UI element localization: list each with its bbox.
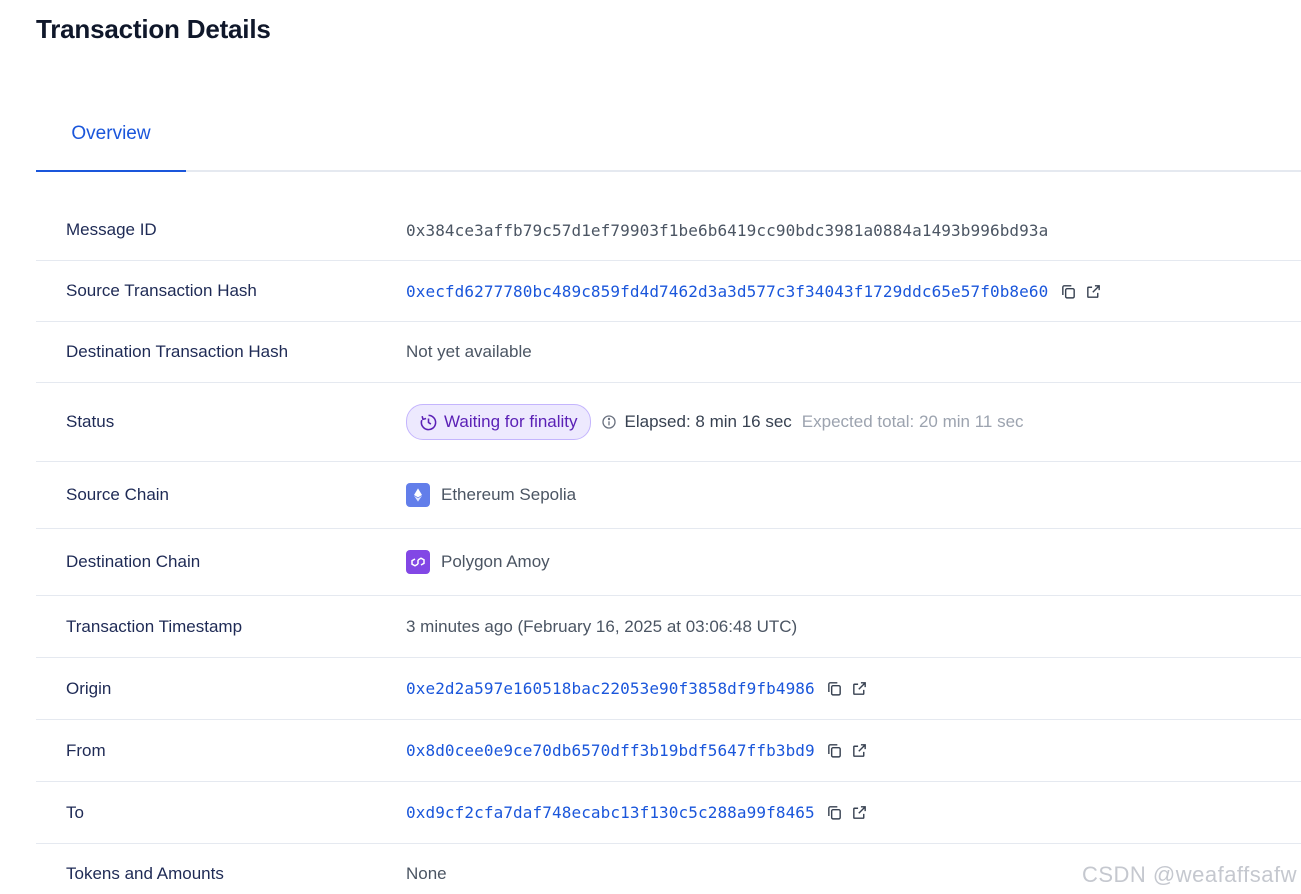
timestamp-value: 3 minutes ago (February 16, 2025 at 03:0…	[406, 616, 798, 636]
row-value: Polygon Amoy	[406, 550, 550, 574]
row-value: None	[406, 864, 447, 884]
row-status: Status Waiting for finality Elapsed: 8 m…	[36, 383, 1301, 462]
row-value: 0xecfd6277780bc489c859fd4d7462d3a3d577c3…	[406, 281, 1103, 301]
origin-address-link[interactable]: 0xe2d2a597e160518bac22053e90f3858df9fb49…	[406, 679, 815, 698]
tab-bar: Overview	[36, 100, 1301, 172]
row-value: 3 minutes ago (February 16, 2025 at 03:0…	[406, 617, 797, 637]
row-label: To	[66, 802, 84, 822]
row-value: 0xe2d2a597e160518bac22053e90f3858df9fb49…	[406, 679, 870, 699]
row-source-chain: Source Chain Ethereum Sepolia	[36, 462, 1301, 529]
external-link-icon[interactable]	[850, 679, 870, 699]
destination-tx-hash-value: Not yet available	[406, 342, 532, 361]
external-link-icon[interactable]	[850, 803, 870, 823]
row-from: From 0x8d0cee0e9ce70db6570dff3b19bdf5647…	[36, 720, 1301, 782]
row-label: From	[66, 740, 106, 760]
ethereum-icon	[406, 483, 430, 507]
row-value: 0x384ce3affb79c57d1ef79903f1be6b6419cc90…	[406, 221, 1048, 240]
tab-overview[interactable]: Overview	[36, 100, 186, 168]
details-table: Message ID 0x384ce3affb79c57d1ef79903f1b…	[36, 200, 1301, 894]
row-label: Message ID	[66, 220, 157, 239]
elapsed-time: Elapsed: 8 min 16 sec	[624, 412, 792, 431]
destination-chain-name: Polygon Amoy	[441, 552, 550, 571]
row-label: Transaction Timestamp	[66, 616, 243, 636]
info-icon[interactable]	[601, 414, 617, 430]
row-destination-tx-hash: Destination Transaction Hash Not yet ava…	[36, 322, 1301, 383]
source-chain-name: Ethereum Sepolia	[441, 485, 577, 504]
row-label: Destination Transaction Hash	[66, 342, 289, 361]
row-source-tx-hash: Source Transaction Hash 0xecfd6277780bc4…	[36, 261, 1301, 322]
from-address-link[interactable]: 0x8d0cee0e9ce70db6570dff3b19bdf5647ffb3b…	[406, 741, 815, 760]
external-link-icon[interactable]	[1083, 281, 1103, 301]
to-address-link[interactable]: 0xd9cf2cfa7daf748ecabc13f130c5c288a99f84…	[406, 803, 815, 822]
expected-total-time: Expected total: 20 min 11 sec	[801, 412, 1024, 431]
row-origin: Origin 0xe2d2a597e160518bac22053e90f3858…	[36, 658, 1301, 720]
row-destination-chain: Destination Chain Polygon Amoy	[36, 529, 1301, 596]
watermark: CSDN @weafaffsafw	[1081, 862, 1297, 887]
copy-icon[interactable]	[1058, 281, 1078, 301]
row-value: 0x8d0cee0e9ce70db6570dff3b19bdf5647ffb3b…	[406, 741, 870, 761]
row-label: Tokens and Amounts	[66, 864, 224, 883]
row-transaction-timestamp: Transaction Timestamp 3 minutes ago (Feb…	[36, 596, 1301, 658]
source-tx-hash-link[interactable]: 0xecfd6277780bc489c859fd4d7462d3a3d577c3…	[406, 282, 1048, 301]
copy-icon[interactable]	[825, 803, 845, 823]
clock-icon	[420, 414, 437, 430]
row-to: To 0xd9cf2cfa7daf748ecabc13f130c5c288a99…	[36, 782, 1301, 844]
row-message-id: Message ID 0x384ce3affb79c57d1ef79903f1b…	[36, 200, 1301, 261]
row-label: Origin	[66, 678, 112, 698]
page-title: Transaction Details	[36, 14, 271, 44]
transaction-details-page: Transaction Details Overview Message ID …	[0, 0, 1301, 894]
row-value: Ethereum Sepolia	[406, 483, 576, 507]
row-label: Status	[66, 412, 115, 431]
polygon-icon	[406, 550, 430, 574]
active-tab-indicator	[36, 170, 186, 172]
row-value: Not yet available	[406, 342, 532, 362]
row-value: 0xd9cf2cfa7daf748ecabc13f130c5c288a99f84…	[406, 803, 870, 823]
tokens-value: None	[406, 864, 447, 883]
copy-icon[interactable]	[825, 679, 845, 699]
row-label: Source Chain	[66, 485, 170, 504]
status-badge-label: Waiting for finality	[444, 412, 578, 431]
message-id-value: 0x384ce3affb79c57d1ef79903f1be6b6419cc90…	[406, 220, 1049, 240]
row-label: Source Transaction Hash	[66, 281, 257, 300]
copy-icon[interactable]	[825, 741, 845, 761]
row-value: Waiting for finality Elapsed: 8 min 16 s…	[406, 404, 1024, 440]
status-badge: Waiting for finality	[406, 404, 591, 440]
external-link-icon[interactable]	[850, 741, 870, 761]
row-label: Destination Chain	[66, 552, 201, 571]
